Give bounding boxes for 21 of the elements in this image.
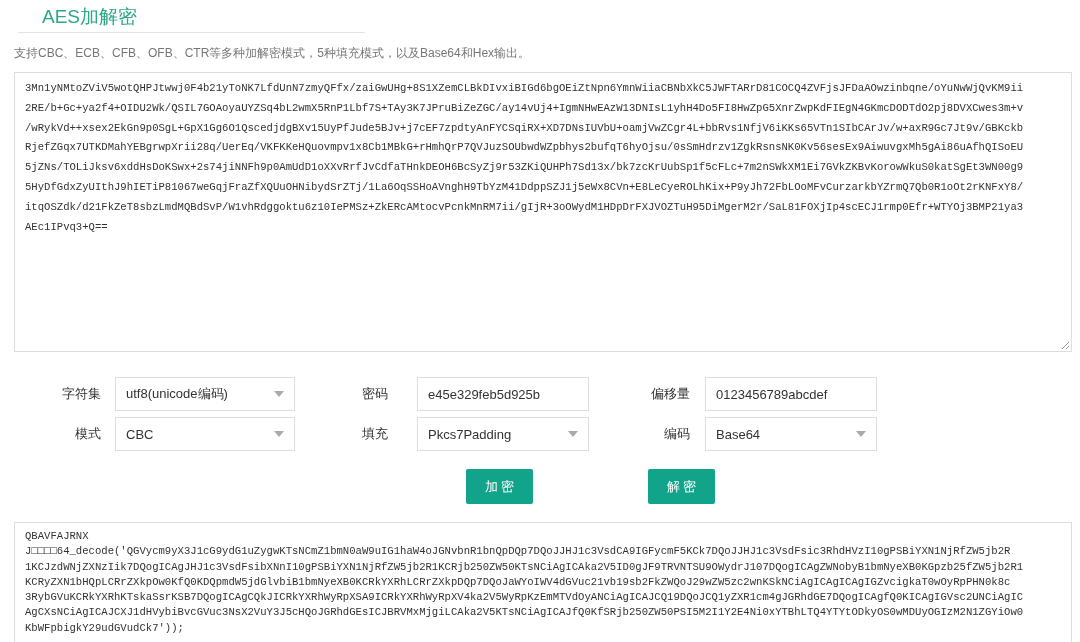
select-dropdown[interactable]: Pkcs7Padding bbox=[417, 417, 589, 451]
resize-grip-icon[interactable] bbox=[1061, 341, 1069, 349]
field-label: 密码 bbox=[361, 385, 388, 403]
field-label: 模式 bbox=[74, 425, 101, 443]
text-area[interactable]: 3Mn1yNMtoZViV5wotQHPJtwwj0F4b21yToNK7LfdUnN7zmyQFfx/zaiGwUHg+8S1XZemCLBkDIvxiBIGd6bgOEiZtNpn6YmnWiiaCBNbXkC5JWFTARrD81COCQ4ZVFjsJFDaAOwzinbqne/oYuNwWjQvKM9ii 2RE/b+Gc+ya2f4+OIDU2Wk/QSIL7GOAoyaUYZSq4bL2wmX5RnP1Lbf7S+TAy3K7JPruBiZeZGC/ay14vUj4+IgmNHwEAzW13DNIsL1yhH4Do5FI8HwZpG5XnrZwpKdFIEgN4GKmcDODTdO2pj8DVXCwes3m+v /wRykVd++xsex2EkGn9p0SgL+GpX1Gg6O1QscedjdgBXv15UyPfJude5BJv+j7cEF7zpdtyAnFYCSqiRX+XD7DNsIUVbU+oamjVwZCgr4L+bbRvs1NfjV6iKKs65VTn1SIbCArJv/w+axR9Gc7Jt9v/GBKckb RjefZGqx7UTKDMahYEBgrwpXrii28q/UerEq/VKFKKeHQuovmpv1x8Cb1MBkG+rHmhQrP7QVJuzSOUbwdWZpbhys2bufqT6hyOjsu/0sSmHdrzv1ZgkRsnsNK0Kv56sesEx9AiwuvgxMh5gAi86uAfhQISoEU 5jZNs/TOLiJksv6xddHsDoKSwx+2s74jiNNFh9p0AmUdD1oXXvRrfJvCdfaTHnkDEOH6BcSyZj9r53ZKiQUHPh7Sd13x/bk7zcKrUubSp1f5cFLc+7m2nSWkXM1Ei7GVkZKBvKorowWkuS0katSgEt3WN00g9 5HyDfGdxZyUIthJ9hIETiP81067weGqjFraZfXQUuOHNibydSrZTj/1La6OqSSHoAVnghH9TbYzM41DdppSZJ1j5eWx8CVn+E8LeCyeROLhKix+P9yJh72FbLOoMFvCurzarkbYZrmQ7Qb0R1oOt2rKNFxY8/ itqOSZdk/d21FkZeT8sbzLmdMQBdSvP/W1vhRdggoktu6z10IePMSz+ZkERcAMtocvPcnkMnRM7ii/gIjR+3oOWydM1HDpDrFXJVOZTuH95DiMgerM2r/SaL81FOXjIp4scECJ1rmp0Efr+WTYOj3BMP21ya3 AEc1IPvq3+Q== bbox=[14, 72, 1072, 352]
field-label: 偏移量 bbox=[650, 385, 690, 403]
input-field[interactable]: e45e329feb5d925b bbox=[417, 377, 589, 411]
description-text: 支持CBC、ECB、CFB、OFB、CTR等多种加解密模式，5种填充模式，以及Base64和Hex输出。 bbox=[14, 45, 532, 62]
caret-icon bbox=[274, 391, 284, 397]
field-label: 填充 bbox=[361, 425, 388, 443]
field-label: 字符集 bbox=[61, 385, 101, 403]
select-dropdown[interactable]: Base64 bbox=[705, 417, 877, 451]
page-title: AES加解密 bbox=[42, 5, 138, 29]
select-dropdown[interactable]: CBC bbox=[115, 417, 295, 451]
field-label: 编码 bbox=[663, 425, 690, 443]
caret-icon bbox=[856, 431, 866, 437]
input-field[interactable]: 0123456789abcdef bbox=[705, 377, 877, 411]
select-dropdown[interactable]: utf8(unicode编码) bbox=[115, 377, 295, 411]
caret-icon bbox=[274, 431, 284, 437]
text-area[interactable]: QBAVFAJRNX J□□□□64_decode('QGVycm9yX3J1cG9ydG1uZygwKTsNCmZ1bmN0aW9uIG1haW4oJGNvbnR1bnQpDQp7DQoJJHJ1c3VsdCA9IGFycmF5KCk7DQoJJHJ1c3VsdFsic3RhdHVzI10gPSBiYXN1NjRfZW5jb2R 1KCJzdWNjZXNzIik7DQogICAgJHJ1c3VsdFsibXNnI10gPSBiYXN1NjRfZW5jb2R1KCRjb250ZW50KTsNCiAgICAka2V5ID0gJF9TRVNTSU9OWydrJ107DQogICAgZWNobyB1bmNyeXB0KGpzb25fZW5jb2R1 KCRyZXN1bHQpLCRrZXkpOw0KfQ0KDQpmdW5jdGlvbiB1bmNyeXB0KCRkYXRhLCRrZXkpDQp7DQoJaWYoIWV4dGVuc21vb19sb2FkZWQoJ29wZW5zc2wnKSkNCiAgICAgICAgIGZvcigkaT0wOyRpPHN0k8c 3RybGVuKCRkYXRhKTskaSsrKSB7DQogICAgCQkJICRkYXRhWyRpXSA9ICRkYXRhWyRpXV4ka2V5WyRpKzEmMTVdOyANCiAgICAJCQ19DQoJCQ1yZXR1cm4gJGRhdGE7DQogICAgfQ0KICAgIGVsc2UNCiAgIC AgCXsNCiAgICAJCXJ1dHVybiBvcGVuc3NsX2VuY3J5cHQoJGRhdGEsICJBRVMxMjgiLCAka2V5KTsNCiAgICAJfQ0KfSRjb250ZW50PSI5M2I1Y2E4Ni0xYTBhLTQ4YTYtODkyOS0wMDUyOGIzM2N1ZGYiOw0 KbWFpbigkY29udGVudCk7')); bbox=[14, 522, 1072, 642]
caret-icon bbox=[568, 431, 578, 437]
